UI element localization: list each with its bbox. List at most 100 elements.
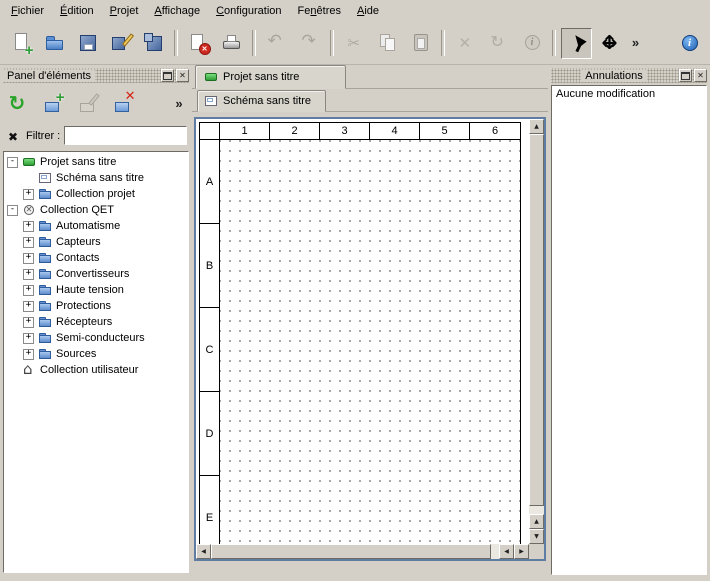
tree-item[interactable]: Collection utilisateur (4, 362, 188, 378)
tree-item-label: Protections (56, 300, 111, 312)
column-headers: 123456 (200, 123, 520, 140)
tree-item-label: Automatisme (56, 220, 120, 232)
scroll-up-button[interactable]: ▲ (529, 119, 544, 134)
scroll-left-button[interactable]: ◀ (196, 544, 211, 559)
expand-toggle[interactable]: + (23, 237, 34, 248)
titlebar-grip[interactable] (551, 68, 581, 83)
main-area: Panel d'éléments ✕ Filtrer : -Projet san… (0, 65, 710, 581)
menu-item-aide[interactable]: Aide (349, 2, 387, 20)
expand-toggle[interactable]: + (23, 333, 34, 344)
expand-toggle[interactable]: + (23, 189, 34, 200)
undo-panel: Annulations ✕ Aucune modification (548, 65, 710, 581)
diagram-canvas[interactable]: 123456 ABCDE (196, 119, 529, 544)
expand-toggle[interactable]: + (23, 349, 34, 360)
filter-input[interactable] (64, 126, 187, 145)
menu-item-affichage[interactable]: Affichage (146, 2, 208, 20)
toolbar-overflow-button[interactable] (627, 28, 644, 59)
float-button[interactable] (161, 69, 174, 82)
expand-toggle[interactable]: + (23, 269, 34, 280)
horizontal-scrollbar-thumb[interactable] (211, 544, 491, 559)
scroll-left-button-2[interactable]: ◀ (499, 544, 514, 559)
print-button[interactable] (216, 28, 247, 59)
expand-toggle[interactable]: + (23, 221, 34, 232)
elements-panel-titlebar[interactable]: Panel d'éléments ✕ (3, 68, 189, 83)
tree-item[interactable]: +Récepteurs (4, 314, 188, 330)
tree-item-label: Sources (56, 348, 96, 360)
delete-button[interactable] (450, 28, 481, 59)
paste-button[interactable] (405, 28, 436, 59)
expand-toggle[interactable]: + (23, 285, 34, 296)
tree-item[interactable]: -Collection QET (4, 202, 188, 218)
select-mode-button[interactable] (561, 28, 592, 59)
menu-item-fenetres[interactable]: Fenêtres (290, 2, 349, 20)
close-file-button[interactable] (183, 28, 214, 59)
tree-item[interactable]: + Protections (4, 298, 188, 314)
pan-mode-button[interactable] (594, 28, 625, 59)
scroll-right-button[interactable]: ▶ (514, 544, 529, 559)
copy-button[interactable] (372, 28, 403, 59)
schema-tab-label: Schéma sans titre (223, 95, 311, 107)
vertical-scrollbar-thumb[interactable] (529, 134, 544, 506)
project-tab[interactable]: Projet sans titre (195, 65, 346, 89)
menu-item-projet[interactable]: Projet (102, 2, 147, 20)
menu-item-edition[interactable]: Édition (52, 2, 102, 20)
expand-toggle[interactable]: + (23, 301, 34, 312)
new-project-button[interactable] (6, 28, 37, 59)
collapse-toggle[interactable]: - (7, 157, 18, 168)
close-button[interactable]: ✕ (694, 69, 707, 82)
titlebar-grip[interactable] (95, 68, 159, 83)
save-all-button[interactable] (138, 28, 169, 59)
reload-collections-button[interactable] (4, 89, 33, 118)
folder-icon (38, 267, 52, 281)
delete-element-button[interactable] (109, 89, 138, 118)
edit-element-button[interactable] (74, 89, 103, 118)
expand-toggle[interactable]: + (23, 317, 34, 328)
diagram-corner-cell (200, 123, 220, 139)
float-button[interactable] (679, 69, 692, 82)
expand-toggle[interactable]: + (23, 253, 34, 264)
vertical-scrollbar[interactable]: ▲ ▲ ▼ (529, 119, 544, 544)
properties-button[interactable] (516, 28, 547, 59)
cut-button[interactable] (339, 28, 370, 59)
close-button[interactable]: ✕ (176, 69, 189, 82)
titlebar-grip[interactable] (647, 68, 677, 83)
tree-item[interactable]: + Automatisme (4, 218, 188, 234)
down-arrow-icon: ▼ (534, 534, 539, 540)
tree-item[interactable]: +Haute tension (4, 282, 188, 298)
folder-icon (38, 299, 52, 313)
rotate-icon (488, 32, 510, 54)
tree-item[interactable]: +Collection projet (4, 186, 188, 202)
open-project-button[interactable] (39, 28, 70, 59)
rotate-button[interactable] (483, 28, 514, 59)
tree-item-label: Convertisseurs (56, 268, 129, 280)
collapse-toggle[interactable]: - (7, 205, 18, 216)
save-as-button[interactable] (105, 28, 136, 59)
tree-item[interactable]: +Contacts (4, 250, 188, 266)
tree-item[interactable]: Schéma sans titre (4, 170, 188, 186)
qet-icon (22, 203, 36, 217)
tree-item[interactable]: -Projet sans titre (4, 154, 188, 170)
tree-item[interactable]: +Semi-conducteurs (4, 330, 188, 346)
schema-tab[interactable]: Schéma sans titre (197, 90, 326, 112)
elements-toolbar-overflow-button[interactable] (171, 89, 187, 118)
redo-button[interactable] (294, 28, 325, 59)
tree-item[interactable]: + Capteurs (4, 234, 188, 250)
menu-item-configuration[interactable]: Configuration (208, 2, 289, 20)
new-element-button[interactable] (39, 89, 68, 118)
scroll-up-button-2[interactable]: ▲ (529, 514, 544, 529)
tree-item[interactable]: + Convertisseurs (4, 266, 188, 282)
undo-empty-message: Aucune modification (556, 88, 702, 100)
undo-button[interactable] (261, 28, 292, 59)
undo-panel-titlebar[interactable]: Annulations ✕ (551, 68, 707, 83)
save-button[interactable] (72, 28, 103, 59)
elements-toolbar (0, 84, 192, 122)
diagram-info-button[interactable] (674, 28, 705, 59)
horizontal-scrollbar[interactable]: ◀ ◀ ▶ (196, 544, 529, 559)
undo-list[interactable]: Aucune modification (551, 85, 707, 575)
clear-filter-button[interactable] (4, 127, 22, 145)
toolbar-separator (330, 30, 334, 56)
tree-item-label: Capteurs (56, 236, 101, 248)
project-tab-bar: Projet sans titre (192, 65, 548, 89)
menu-item-fichier[interactable]: Fichier (3, 2, 52, 20)
scroll-down-button[interactable]: ▼ (529, 529, 544, 544)
